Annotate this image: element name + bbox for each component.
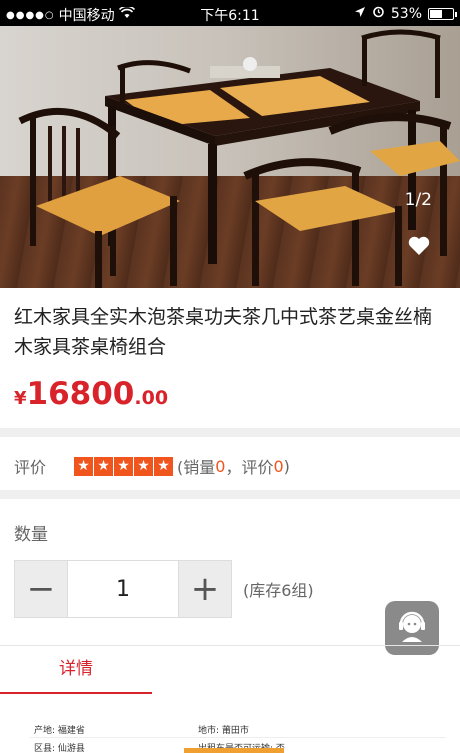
rating-stars: ★ ★ ★ ★ ★ <box>74 456 173 476</box>
plus-icon: + <box>190 569 220 609</box>
quantity-label: 数量 <box>14 525 48 545</box>
product-image[interactable]: 1/2 <box>0 26 460 288</box>
section-divider <box>0 428 460 437</box>
spec-region: 区县: 仙游县 <box>34 744 85 753</box>
headset-agent-icon <box>394 608 430 648</box>
star-icon: ★ <box>134 456 153 476</box>
quantity-stepper: − 1 + <box>14 560 232 618</box>
spec-divider <box>30 737 446 738</box>
minus-icon: − <box>26 569 56 609</box>
price-decimal: .00 <box>134 387 169 409</box>
star-icon: ★ <box>94 456 113 476</box>
increase-button[interactable]: + <box>179 561 231 617</box>
decrease-button[interactable]: − <box>15 561 67 617</box>
tab-detail[interactable]: 详情 <box>0 646 152 694</box>
rating-suffix: ) <box>283 456 290 476</box>
star-icon: ★ <box>74 456 93 476</box>
spec-city: 地市: 莆田市 <box>198 726 249 736</box>
reviews-prefix: ，评价 <box>225 458 274 477</box>
price-integer: 16800 <box>26 376 135 412</box>
sales-prefix: (销量 <box>177 458 216 477</box>
product-title: 红木家具全实木泡茶桌功夫茶几中式茶艺桌金丝楠木家具茶桌椅组合 <box>14 306 433 358</box>
star-icon: ★ <box>114 456 133 476</box>
customer-service-button[interactable] <box>385 601 439 655</box>
reviews-count: 0 <box>273 456 284 476</box>
battery-percent: 53% <box>390 5 422 22</box>
section-divider <box>0 490 460 499</box>
spec-origin: 产地: 福建省 <box>34 726 85 736</box>
price-currency: ¥ <box>14 388 27 409</box>
product-price: ¥16800.00 <box>14 376 168 412</box>
status-bar: ●●●●○ 中国移动 下午6:11 53% <box>0 0 460 26</box>
battery-icon <box>428 7 457 20</box>
rating-label: 评价 <box>14 458 47 477</box>
furniture-illustration <box>18 29 460 288</box>
heart-icon[interactable] <box>408 236 430 256</box>
alarm-icon <box>372 5 385 22</box>
scroll-accent <box>184 748 284 753</box>
stock-text: (库存6组) <box>243 581 314 600</box>
star-icon: ★ <box>154 456 173 476</box>
rating-row[interactable]: 评价 ★ ★ ★ ★ ★ (销量 0 ，评价 0) <box>14 454 290 478</box>
sales-count: 0 <box>215 456 226 476</box>
gallery-page-indicator: 1/2 <box>404 190 432 210</box>
location-icon <box>354 6 366 22</box>
quantity-input[interactable]: 1 <box>67 561 179 617</box>
